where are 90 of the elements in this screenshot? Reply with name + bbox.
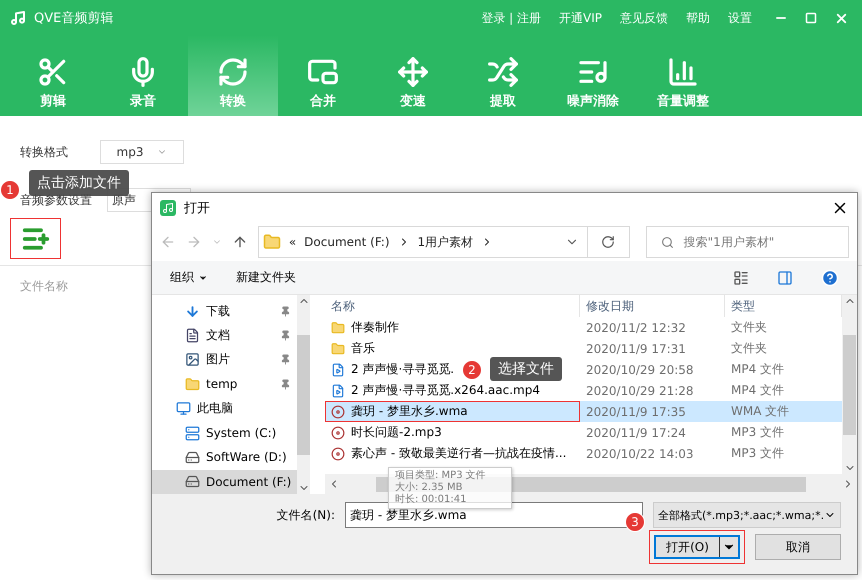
preview-pane-icon[interactable] [777,270,793,286]
drive-icon [185,426,200,441]
path-crumb[interactable]: Document (F:) [304,235,390,249]
scrollbar[interactable] [297,295,310,494]
folder-icon [185,376,200,392]
shuffle-icon [487,56,519,88]
file-date: 2020/10/29 21:28 [585,382,695,400]
search-icon [660,236,674,248]
video-file-icon [331,362,345,376]
file-name-cell[interactable]: 音乐 [325,338,375,359]
new-folder-button[interactable]: 新建文件夹 [236,269,296,286]
organize-menu[interactable]: 组织 [170,269,208,286]
nav-item[interactable]: 此电脑 [152,396,298,421]
maximize-icon[interactable] [805,12,817,24]
nav-item[interactable]: Document (F:) [152,470,298,494]
file-name: 伴奏制作 [351,319,399,336]
drive-icon [185,450,200,465]
convert-icon [217,56,249,88]
help-icon[interactable] [821,268,839,286]
file-type: MP4 文件 [730,361,786,378]
file-date: 2020/10/29 20:58 [585,362,695,378]
file-name-header: 文件名称 [20,278,68,295]
file-type: 文件夹 [730,340,768,357]
file-name-cell[interactable]: 素心声 - 致敬最美逆行者—抗战在疫情... [325,443,566,464]
file-name-cell[interactable]: 2 声声慢·寻寻觅觅. [325,359,454,380]
up-icon[interactable] [232,234,248,250]
download-icon [185,304,200,319]
nav-item[interactable]: 图片 [152,348,298,372]
tooltip-line: 大小: 2.35 MB [395,482,464,494]
cross-arrows-icon [397,56,429,88]
file-name-cell[interactable]: 龚玥 - 梦里水乡.wma [325,401,580,422]
view-icon[interactable] [733,270,749,286]
document-icon [185,328,200,344]
music-note-icon [10,10,26,26]
file-date: 2020/11/9 17:35 [580,401,725,422]
file-name-cell[interactable]: 2 声声慢·寻寻觅觅.x264.aac.mp4 [325,380,540,401]
nav-item[interactable]: SoftWare (D:) [152,445,298,470]
nav-item[interactable]: System (C:) [152,420,298,446]
hint-tooltip: 点击添加文件 [29,170,129,196]
column-header[interactable]: 名称 [325,295,580,317]
app-icon [160,200,176,216]
file-date: 2020/10/22 14:03 [585,446,695,462]
folder-icon [331,320,345,334]
file-name-cell[interactable]: 时长问题-2.mp3 [325,422,442,443]
nav-item[interactable]: temp [152,372,298,396]
column-header[interactable]: 修改日期 [580,295,725,317]
file-name-cell[interactable]: 伴奏制作 [325,317,399,338]
search-field[interactable]: 搜索"1用户素材" [646,226,850,258]
audio-file-icon [331,446,345,460]
hint-tooltip: 选择文件 [490,357,562,381]
filename-label: 文件名(N): [276,506,335,524]
folder-icon [262,233,281,251]
path-prefix: « [288,235,296,249]
step-badge: 1 [0,180,20,200]
bar-chart-icon [667,56,699,88]
file-date: 2020/11/9 17:31 [585,340,687,358]
file-date: 2020/11/9 17:24 [585,424,687,442]
file-type: MP3 文件 [730,445,786,462]
drive-icon [185,474,200,490]
cancel-button[interactable]: 取消 [755,534,841,560]
file-type: 文件夹 [730,319,768,336]
nav-item[interactable]: 下载 [152,299,298,324]
nav-item[interactable]: 文档 [152,323,298,348]
scrollbar[interactable] [842,295,857,474]
app-title: QVE音频剪辑 [34,10,114,27]
add-file-button[interactable] [10,218,61,259]
format-label: 转换格式 [20,144,68,160]
image-icon [185,352,200,368]
tooltip-line: 项目类型: MP3 文件 [395,470,487,482]
file-date: 2020/11/2 12:32 [585,320,687,336]
file-type: WMA 文件 [725,401,842,422]
file-name: 2 声声慢·寻寻觅觅.x264.aac.mp4 [351,382,540,399]
file-name: 音乐 [351,340,375,357]
file-name: 时长问题-2.mp3 [351,424,442,441]
audio-file-icon [331,426,345,440]
format-select[interactable]: mp3 [100,140,184,164]
path-crumb[interactable]: 1用户素材 [418,234,474,250]
video-file-icon [331,384,345,398]
file-name: 2 声声慢·寻寻觅觅. [351,361,454,378]
file-type: MP4 文件 [730,382,786,399]
computer-icon [176,401,191,416]
folder-icon [331,342,345,356]
file-type-select[interactable]: 全部格式(*.mp3;*.aac;*.wma;*. [653,502,841,528]
file-type: MP3 文件 [730,424,786,441]
open-button[interactable]: 打开(O) [654,535,740,559]
file-name: 素心声 - 致敬最美逆行者—抗战在疫情... [351,445,566,462]
audio-file-icon [331,404,345,418]
refresh-icon[interactable] [601,235,616,249]
address-bar[interactable]: « Document (F:) 1用户素材 [258,226,630,258]
file-name: 龚玥 - 梦里水乡.wma [351,403,468,420]
